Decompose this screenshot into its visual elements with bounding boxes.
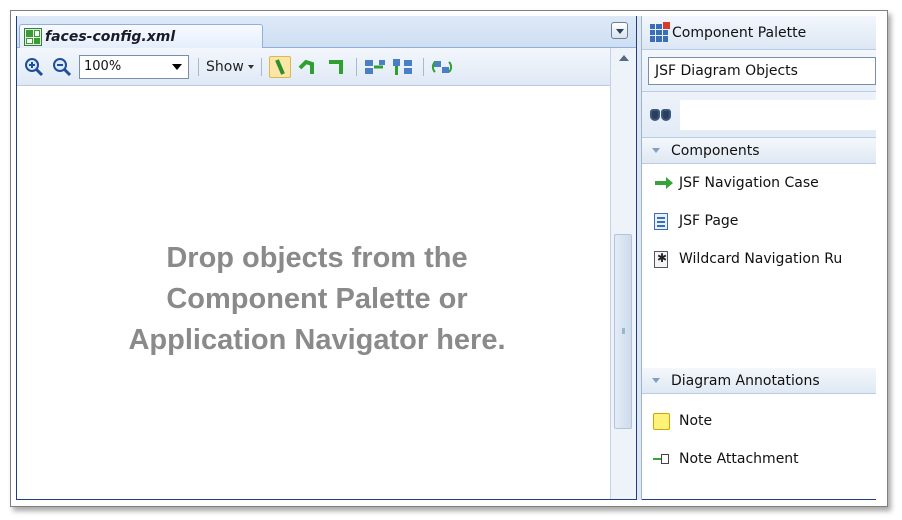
drop-hint-message: Drop objects from the Component Palette … [87,238,547,361]
palette-item-label: Note Attachment [679,451,799,467]
zoom-out-button[interactable] [51,56,73,78]
palette-item-jsf-page[interactable]: JSF Page [642,204,876,238]
tab-faces-config[interactable]: faces-config.xml [19,24,263,49]
wildcard-icon [650,250,672,268]
toolbar-separator [260,57,262,76]
drop-hint-line: Component Palette or [166,283,468,315]
curved-line-tool[interactable] [297,56,319,78]
curved-line-icon [298,59,314,74]
ide-window: faces-config.xml 100% Show Drop objects … [16,16,876,500]
palette-item-wildcard-navigation-rule[interactable]: Wildcard Navigation Ru [642,242,876,276]
zoom-in-button[interactable] [23,56,45,78]
vertical-scrollbar[interactable] [610,48,636,499]
zoom-out-icon [53,57,72,76]
palette-library-select[interactable]: JSF Diagram Objects [648,57,876,85]
toolbar-separator [198,57,199,76]
toolbar-separator [422,57,424,76]
layout-horizontal-icon [364,59,385,74]
palette-item-note-attachment[interactable]: Note Attachment [642,442,876,476]
zoom-level-select[interactable]: 100% [79,54,189,79]
palette-library-row: JSF Diagram Objects [642,50,876,92]
palette-item-jsf-navigation-case[interactable]: JSF Navigation Case [642,166,876,200]
show-menu-button[interactable]: Show [206,59,254,75]
binoculars-search-icon[interactable] [650,108,671,121]
zoom-level-value: 100% [84,59,122,74]
page-icon [650,212,672,230]
layout-vertical-icon [392,58,412,75]
palette-item-label: JSF Page [679,213,739,229]
palette-item-note[interactable]: Note [642,404,876,438]
palette-search-input[interactable] [680,100,876,130]
chevron-down-icon [172,63,182,70]
show-label: Show [206,58,244,75]
refresh-diagram-button[interactable] [431,56,453,78]
dropdown-caret-icon [247,64,254,69]
component-palette: Component Palette JSF Diagram Objects Co… [642,16,876,500]
diagram-editor: faces-config.xml 100% Show Drop objects … [16,16,637,500]
palette-item-label: JSF Navigation Case [679,175,819,191]
layout-horizontal-button[interactable] [364,56,386,78]
tab-list-button[interactable] [611,22,628,39]
note-icon [650,412,672,430]
collapse-triangle-icon [652,378,660,383]
toolbar-separator [355,57,357,76]
chevron-down-icon [615,29,624,34]
green-arrow-icon [650,174,673,192]
straight-line-icon [274,58,285,75]
scroll-up-button[interactable] [611,48,636,68]
diagram-toolbar: 100% Show [17,48,610,86]
palette-header: Component Palette [642,16,876,50]
faces-config-icon [24,28,42,46]
straight-line-tool[interactable] [268,55,291,78]
section-label: Components [671,142,760,159]
editor-tab-bar: faces-config.xml [17,16,637,49]
palette-title: Component Palette [672,24,807,41]
palette-search-row [642,92,876,138]
orthogonal-line-tool[interactable] [325,56,347,78]
collapse-triangle-icon [652,148,660,153]
diagram-canvas[interactable]: Drop objects from the Component Palette … [17,86,610,499]
section-label: Diagram Annotations [671,372,820,389]
chevron-up-icon [618,55,629,61]
orthogonal-line-icon [328,59,343,74]
palette-item-label: Note [679,413,713,429]
zoom-in-icon [25,57,44,76]
scroll-grip [622,328,625,334]
section-components[interactable]: Components [642,138,876,164]
component-palette-icon [650,21,670,42]
refresh-diagram-icon [431,60,452,73]
palette-item-label: Wildcard Navigation Ru [679,251,843,267]
attachment-icon [650,450,672,468]
tab-title: faces-config.xml [45,29,176,45]
section-diagram-annotations[interactable]: Diagram Annotations [642,368,876,394]
scrollbar-thumb[interactable] [614,234,632,429]
layout-vertical-button[interactable] [392,56,414,78]
drop-hint-line: Drop objects from the [166,242,468,274]
drop-hint-line: Application Navigator here. [128,324,506,356]
